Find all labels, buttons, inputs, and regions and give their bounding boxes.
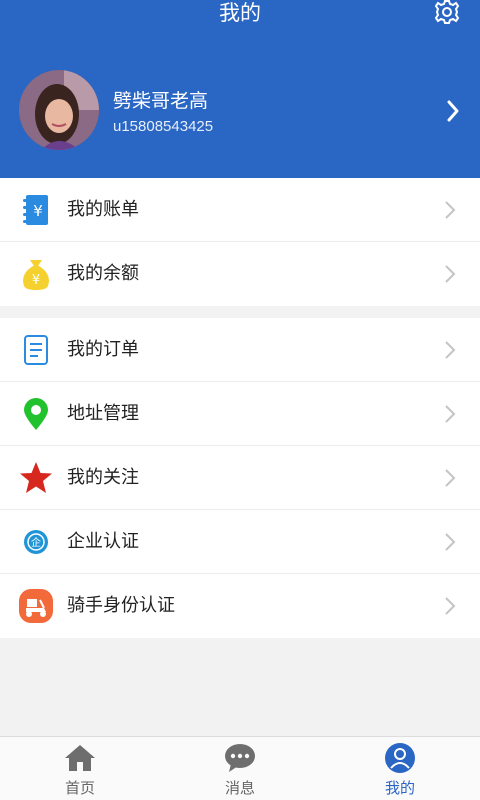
menu-item-address[interactable]: 地址管理 [0,382,480,446]
page-title: 我的 [219,1,261,25]
tab-mine[interactable]: 我的 [320,737,480,800]
bottom-tab-bar: 首页 消息 我的 [0,736,480,800]
menu-item-bill[interactable]: ¥ 我的账单 [0,178,480,242]
svg-text:¥: ¥ [33,202,43,220]
menu-item-follow[interactable]: 我的关注 [0,446,480,510]
tab-home[interactable]: 首页 [0,737,160,800]
tab-messages[interactable]: 消息 [160,737,320,800]
user-account-id: u15808543425 [113,118,214,135]
menu-item-enterprise-verify[interactable]: 企 企业认证 [0,510,480,574]
svg-text:¥: ¥ [32,273,40,288]
chevron-right-icon[interactable] [444,98,462,124]
svg-text:企: 企 [31,536,41,549]
chevron-right-icon [444,264,456,284]
menu-item-label: 骑手身份认证 [67,595,175,616]
chat-bubble-icon [224,743,256,773]
chevron-right-icon [444,200,456,220]
star-icon [18,460,54,496]
menu-item-orders[interactable]: 我的订单 [0,318,480,382]
location-pin-icon [18,396,54,432]
rider-scooter-icon [18,588,54,624]
menu-item-label: 我的订单 [67,339,139,360]
user-profile-icon [384,743,416,773]
tab-label: 我的 [384,779,415,797]
order-document-icon [18,332,54,368]
chevron-right-icon [444,340,456,360]
profile-card[interactable]: 劈柴哥老高 u15808543425 [0,62,480,162]
menu-item-label: 企业认证 [67,531,139,552]
avatar[interactable] [19,70,99,150]
profile-header: 我的 劈柴哥老高 u15808543425 [0,0,480,178]
chevron-right-icon [444,468,456,488]
settings-icon[interactable] [430,0,464,28]
menu-item-label: 我的账单 [67,199,139,220]
menu-item-label: 地址管理 [67,403,139,424]
money-bag-icon: ¥ [18,256,54,292]
chevron-right-icon [444,532,456,552]
menu-group-account: 我的订单 地址管理 我的关注 企 企业认证 骑手身份认证 [0,318,480,638]
enterprise-icon: 企 [18,524,54,560]
menu-item-label: 我的余额 [67,263,139,284]
chevron-right-icon [444,404,456,424]
bill-icon: ¥ [18,192,54,228]
menu-group-finance: ¥ 我的账单 ¥ 我的余额 [0,178,480,306]
home-icon [64,743,96,773]
user-name: 劈柴哥老高 [113,90,209,112]
menu-item-label: 我的关注 [67,467,139,488]
chevron-right-icon [444,596,456,616]
menu-item-rider-verify[interactable]: 骑手身份认证 [0,574,480,638]
tab-label: 首页 [64,779,95,797]
tab-label: 消息 [224,779,255,797]
menu-item-balance[interactable]: ¥ 我的余额 [0,242,480,306]
